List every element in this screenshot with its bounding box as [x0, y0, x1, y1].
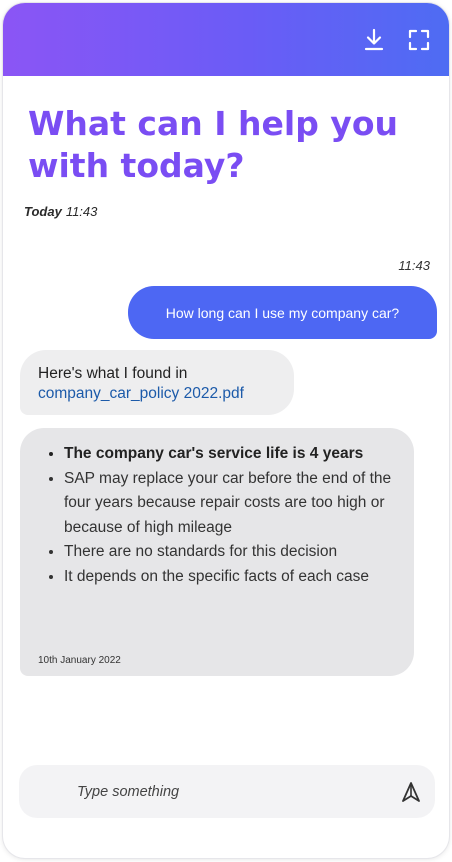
fullscreen-button[interactable]: [406, 27, 432, 53]
message-input[interactable]: [75, 779, 379, 805]
message-composer: [19, 765, 435, 818]
greeting-title: What can I help you with today?: [28, 104, 398, 185]
session-day: Today: [24, 204, 62, 219]
document-link[interactable]: company_car_policy 2022.pdf: [38, 385, 244, 402]
answer-item: The company car's service life is 4 year…: [64, 442, 394, 467]
bot-answer-bubble: The company car's service life is 4 year…: [20, 428, 414, 676]
session-timestamp: Today 11:43: [24, 204, 97, 219]
answer-item: It depends on the specific facts of each…: [64, 565, 394, 590]
answer-item: SAP may replace your car before the end …: [64, 467, 394, 541]
header-bar: [3, 3, 449, 76]
fullscreen-icon: [408, 29, 430, 51]
send-button[interactable]: [398, 779, 424, 805]
chat-window: What can I help you with today? Today 11:…: [3, 3, 449, 858]
session-time: 11:43: [65, 204, 98, 219]
user-message-text: How long can I use my company car?: [165, 304, 400, 321]
answer-item: There are no standards for this decision: [64, 540, 394, 565]
message-timestamp: 11:43: [398, 258, 430, 273]
bot-message-text: Here's what I found in: [38, 365, 188, 382]
download-button[interactable]: [361, 27, 387, 53]
download-icon: [364, 28, 384, 51]
answer-list: The company car's service life is 4 year…: [46, 442, 394, 589]
user-message-bubble: How long can I use my company car?: [128, 286, 437, 339]
source-date: 10th January 2022: [38, 655, 121, 666]
send-icon: [402, 782, 420, 802]
bot-message-bubble: Here's what I found in company_car_polic…: [20, 350, 294, 415]
